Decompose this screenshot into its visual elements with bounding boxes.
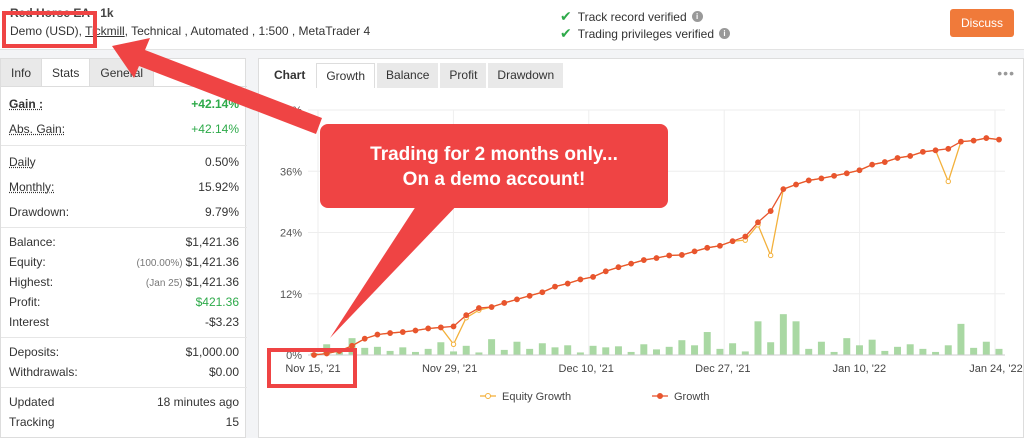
- callout-line2: On a demo account!: [403, 169, 586, 190]
- callout-line1: Trading for 2 months only...: [370, 144, 618, 165]
- arrow-shape: [112, 38, 322, 134]
- date-highlight-box: [267, 348, 357, 388]
- account-highlight-box: [2, 11, 97, 48]
- callout-tail-shape: [330, 200, 462, 338]
- callout-shape: [320, 124, 668, 208]
- annotation-overlay: Trading for 2 months only... On a demo a…: [2, 11, 668, 388]
